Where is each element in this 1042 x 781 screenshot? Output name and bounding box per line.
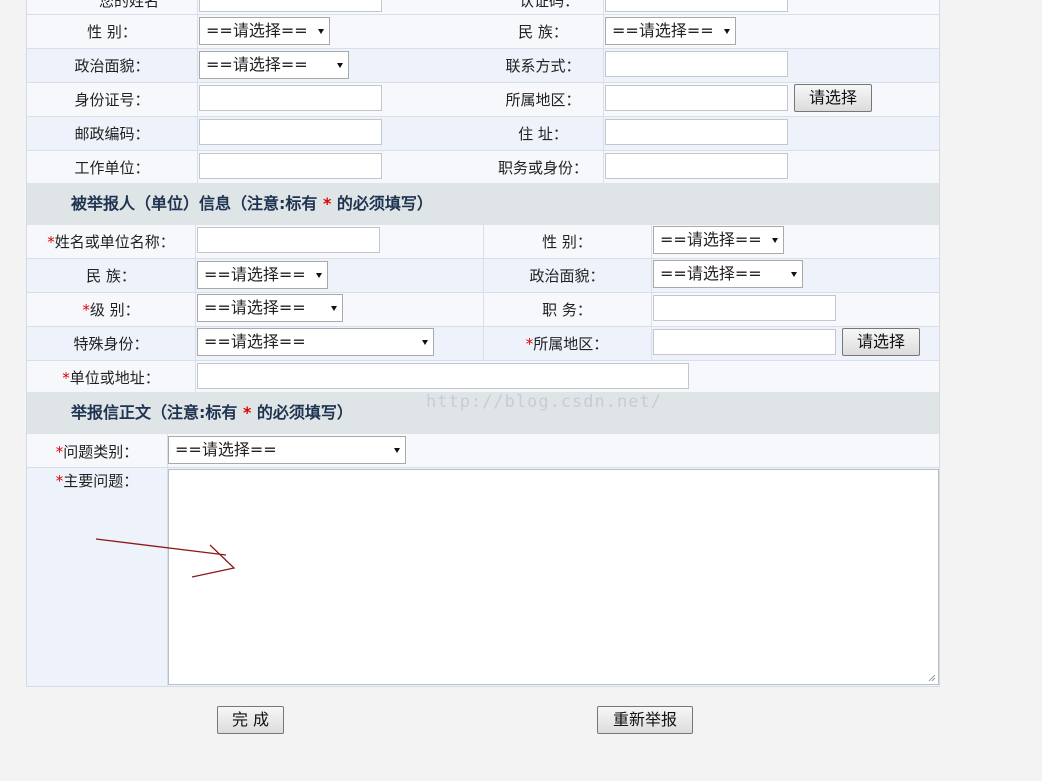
employer-input[interactable] [199, 153, 382, 179]
submit-button[interactable]: 完 成 [217, 706, 284, 734]
reported-region-input[interactable] [653, 329, 836, 355]
chevron-down-icon [772, 238, 778, 243]
postal-code-label: 邮政编码： [74, 125, 150, 143]
partial-input-right[interactable] [605, 0, 788, 12]
watermark: http://blog.csdn.net/ [426, 392, 662, 412]
region-select-button[interactable]: 请选择 [794, 84, 872, 112]
divider [603, 0, 604, 183]
reported-gender-select[interactable]: ==请选择== [653, 226, 784, 254]
reported-level-select[interactable]: ==请选择== [197, 294, 343, 322]
reported-region-select-button[interactable]: 请选择 [842, 328, 920, 356]
chevron-down-icon [791, 272, 797, 277]
job-label: 职务或身份： [497, 159, 588, 177]
annotation-arrow-icon [95, 538, 236, 578]
reported-name-label: *姓名或单位名称： [47, 233, 175, 251]
chevron-down-icon [337, 63, 343, 68]
special-identity-select[interactable]: ==请选择== [197, 328, 434, 356]
gender-select[interactable]: ==请选择== [199, 17, 330, 45]
main-issue-label: *主要问题： [55, 472, 139, 490]
reset-button[interactable]: 重新举报 [597, 706, 693, 734]
partial-label-left: 您的姓名 [98, 0, 159, 10]
chevron-down-icon [316, 273, 322, 278]
reported-ethnicity-label: 民 族： [86, 267, 136, 285]
partial-input-left[interactable] [199, 0, 382, 12]
address-input[interactable] [605, 119, 788, 145]
ethnicity-select[interactable]: ==请选择== [605, 17, 736, 45]
reported-ethnicity-select[interactable]: ==请选择== [197, 261, 328, 289]
reported-section-heading: 被举报人（单位）信息（注意:标有 * 的必须填写） [27, 183, 939, 225]
postal-code-input[interactable] [199, 119, 382, 145]
divider [483, 225, 484, 360]
category-select[interactable]: ==请选择== [168, 436, 406, 464]
divider [195, 225, 196, 392]
region-input[interactable] [605, 85, 788, 111]
chevron-down-icon [394, 448, 400, 453]
reported-level-label: *级 别： [82, 301, 140, 319]
divider [197, 0, 198, 183]
divider [27, 467, 939, 468]
contact-input[interactable] [605, 51, 788, 77]
employer-label: 工作单位： [74, 159, 150, 177]
region-label: 所属地区： [505, 91, 581, 109]
job-input[interactable] [605, 153, 788, 179]
reported-name-input[interactable] [197, 227, 380, 253]
resize-grip-icon[interactable] [928, 674, 936, 682]
unit-address-input[interactable] [197, 363, 689, 389]
divider [651, 225, 652, 360]
partial-label-right: 认证码： [518, 0, 579, 10]
divider [27, 116, 939, 117]
chevron-down-icon [318, 29, 324, 34]
category-label: *问题类别： [55, 443, 139, 461]
chevron-down-icon [724, 29, 730, 34]
political-label: 政治面貌： [74, 57, 150, 75]
reported-region-label: *所属地区： [525, 335, 609, 353]
political-select[interactable]: ==请选择== [199, 51, 349, 79]
reported-position-input[interactable] [653, 295, 836, 321]
address-label: 住 址： [518, 125, 568, 143]
unit-address-label: *单位或地址： [62, 369, 160, 387]
id-number-input[interactable] [199, 85, 382, 111]
special-identity-label: 特殊身份： [73, 335, 149, 353]
chevron-down-icon [331, 306, 337, 311]
gender-label: 性 别： [87, 23, 137, 41]
reported-gender-label: 性 别： [542, 233, 592, 251]
divider [27, 48, 939, 49]
contact-label: 联系方式： [505, 57, 581, 75]
reported-position-label: 职 务： [542, 301, 592, 319]
main-issue-textarea[interactable] [168, 469, 939, 685]
id-number-label: 身份证号： [74, 91, 150, 109]
reported-political-select[interactable]: ==请选择== [653, 260, 803, 288]
reported-political-label: 政治面貌： [529, 267, 605, 285]
ethnicity-label: 民 族： [518, 23, 568, 41]
chevron-down-icon [422, 340, 428, 345]
